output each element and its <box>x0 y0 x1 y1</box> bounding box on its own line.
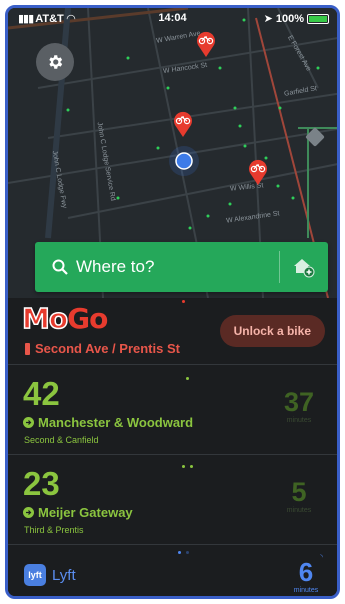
search-bar[interactable]: Where to? <box>35 242 328 292</box>
station-name-label: Manchester & Woodward <box>38 415 194 430</box>
walk-minutes: 37 <box>283 387 315 417</box>
bike-station-marker[interactable] <box>195 30 217 58</box>
provider-header: MoGo Second Ave / Prentis St Unlock a bi… <box>8 298 337 365</box>
gear-icon <box>49 55 63 69</box>
battery-icon <box>307 13 329 24</box>
page-indicator-dot <box>182 300 185 303</box>
station-row[interactable]: 42 Manchester & Woodward Second & Canfie… <box>8 365 337 455</box>
search-input[interactable]: Where to? <box>76 257 279 277</box>
lyft-eta: 6 <box>298 557 314 587</box>
station-name-label: Meijer Gateway <box>38 505 133 520</box>
minutes-label: minutes <box>286 417 312 424</box>
live-signal-icon: ◝ <box>320 554 323 561</box>
minutes-label: minutes <box>293 587 319 594</box>
page-indicator-dot <box>190 465 193 468</box>
bike-dock-icon <box>25 342 30 355</box>
page-indicator-dot <box>186 377 189 380</box>
current-station: Second Ave / Prentis St <box>24 341 180 356</box>
home-add-icon <box>294 259 315 278</box>
page-indicator-dot <box>182 465 185 468</box>
page-indicator-dot <box>178 551 181 554</box>
lyft-label: Lyft <box>52 567 76 584</box>
bike-count: 42 <box>23 375 60 412</box>
station-name: Manchester & Woodward <box>23 415 193 430</box>
location-arrow-icon: ➤ <box>263 13 273 25</box>
settings-button[interactable] <box>36 43 74 81</box>
battery-percent: 100% <box>275 12 304 25</box>
bike-count: 23 <box>23 465 60 502</box>
page-indicator-dot <box>186 551 189 554</box>
lyft-logo: lyft <box>24 564 46 586</box>
search-icon <box>52 259 68 275</box>
logo-mo: Mo <box>21 301 69 336</box>
lyft-row[interactable]: lyft Lyft 6 minutes ◝ <box>8 545 337 596</box>
current-station-label: Second Ave / Prentis St <box>35 341 180 356</box>
status-bar: ▮▮▮ AT&T ◠ 14:04 ➤ 100% <box>8 8 337 30</box>
status-right: ➤ 100% <box>264 12 329 25</box>
station-name: Meijer Gateway <box>23 505 133 520</box>
mogo-logo: MoGo <box>21 301 108 336</box>
unlock-bike-button[interactable]: Unlock a bike <box>219 315 325 347</box>
minutes-label: minutes <box>286 507 312 514</box>
bike-station-marker[interactable] <box>247 158 269 186</box>
walk-minutes: 5 <box>291 477 307 507</box>
phone-frame: W Warren Ave W Hancock St E Forest Ave G… <box>5 5 340 599</box>
logo-go: Go <box>67 302 108 335</box>
bike-station-marker[interactable] <box>172 110 194 138</box>
station-cross-streets: Second & Canfield <box>24 435 99 445</box>
arrow-right-icon <box>23 507 34 518</box>
station-row[interactable]: 23 Meijer Gateway Third & Prentis 5 minu… <box>8 455 337 545</box>
bike-sheet: MoGo Second Ave / Prentis St Unlock a bi… <box>8 298 337 596</box>
arrow-right-icon <box>23 417 34 428</box>
add-home-button[interactable] <box>280 256 328 278</box>
station-cross-streets: Third & Prentis <box>24 525 84 535</box>
